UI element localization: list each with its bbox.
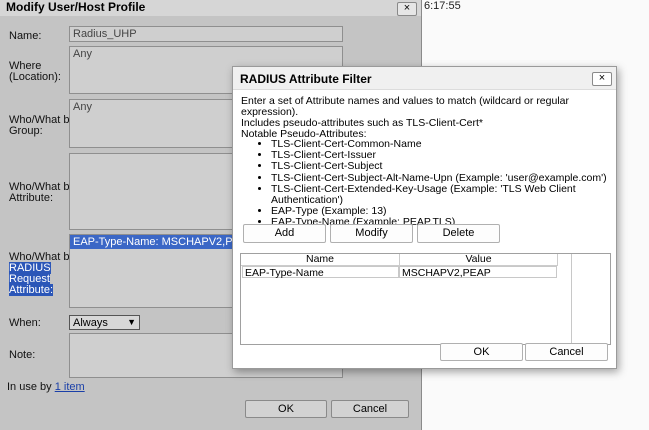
name-field[interactable]: Radius_UHP: [69, 26, 343, 42]
in-use-text: In use by 1 item: [7, 382, 85, 393]
radius-attribute-filter-dialog: RADIUS Attribute Filter × Enter a set of…: [232, 66, 617, 369]
modify-button[interactable]: Modify: [330, 224, 413, 243]
attribute-table: Name Value EAP-Type-Name MSCHAPV2,PEAP: [240, 253, 611, 345]
group-label-line2: Group:: [9, 125, 43, 137]
filter-description: Enter a set of Attribute names and value…: [241, 96, 611, 140]
radius-label-line4: Attribute:: [9, 284, 54, 296]
modify-profile-title: Modify User/Host Profile: [6, 0, 146, 14]
filter-title: RADIUS Attribute Filter: [240, 72, 372, 86]
list-item: TLS-Client-Cert-Extended-Key-Usage (Exam…: [271, 183, 616, 206]
delete-button[interactable]: Delete: [417, 224, 500, 243]
when-select-value: Always: [73, 317, 108, 329]
add-button[interactable]: Add: [243, 224, 326, 243]
column-header-name: Name: [241, 254, 400, 265]
filter-ok-button[interactable]: OK: [440, 343, 523, 361]
radius-attribute-label: Who/What by RADIUS Request Attribute:: [9, 252, 75, 296]
in-use-prefix: In use by: [7, 381, 55, 393]
description-line1: Enter a set of Attribute names and value…: [241, 95, 569, 118]
table-cell-name[interactable]: EAP-Type-Name: [242, 266, 399, 279]
close-icon[interactable]: ×: [397, 2, 417, 16]
close-icon[interactable]: ×: [592, 72, 612, 86]
name-label: Name:: [9, 30, 42, 42]
column-header-value: Value: [400, 254, 558, 265]
table-row[interactable]: EAP-Type-Name MSCHAPV2,PEAP: [241, 266, 558, 279]
profile-cancel-button[interactable]: Cancel: [331, 400, 409, 418]
in-use-link[interactable]: 1 item: [55, 381, 85, 393]
pseudo-attribute-list: TLS-Client-Cert-Common-Name TLS-Client-C…: [257, 138, 616, 229]
attribute-label: Who/What by Attribute:: [9, 182, 75, 204]
group-label: Who/What by Group:: [9, 115, 75, 137]
when-select[interactable]: Always ▼: [69, 315, 140, 330]
background-timestamp: 6:17:55: [424, 0, 461, 12]
attribute-label-line2: Attribute:: [9, 192, 54, 204]
profile-ok-button[interactable]: OK: [245, 400, 327, 418]
note-label: Note:: [9, 349, 36, 361]
filter-titlebar: RADIUS Attribute Filter ×: [233, 67, 616, 90]
where-label: Where (Location):: [9, 61, 61, 83]
when-label: When:: [9, 317, 41, 329]
modify-profile-titlebar: Modify User/Host Profile ×: [0, 0, 421, 16]
table-header: Name Value: [241, 254, 558, 266]
chevron-down-icon: ▼: [127, 317, 136, 327]
where-label-line2: (Location):: [9, 71, 61, 83]
table-cell-value[interactable]: MSCHAPV2,PEAP: [399, 266, 557, 279]
list-item: TLS-Client-Cert-Subject: [271, 161, 616, 172]
table-divider: [571, 254, 572, 344]
filter-cancel-button[interactable]: Cancel: [525, 343, 608, 361]
